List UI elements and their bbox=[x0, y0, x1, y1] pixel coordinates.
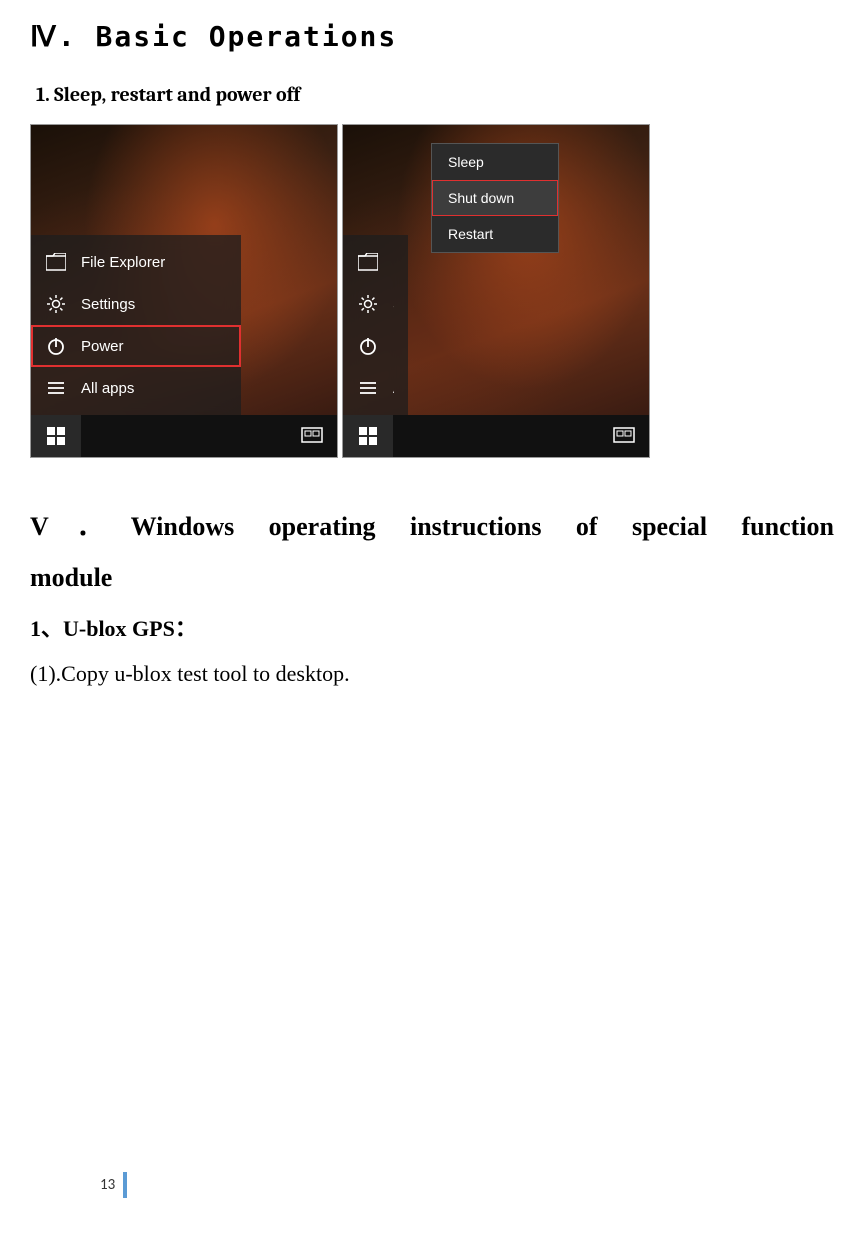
start-button[interactable] bbox=[31, 415, 81, 457]
start-item-label: Power bbox=[81, 338, 124, 355]
power-icon bbox=[357, 335, 379, 357]
file-explorer-icon bbox=[357, 251, 379, 273]
power-menu-shutdown[interactable]: Shut down bbox=[432, 180, 558, 216]
start-item-label: All apps bbox=[393, 380, 394, 397]
page-footer: 13 bbox=[100, 1172, 127, 1198]
power-menu-sleep[interactable]: Sleep bbox=[432, 144, 558, 180]
start-item-settings[interactable]: Se bbox=[343, 283, 408, 325]
task-view-icon[interactable] bbox=[599, 415, 649, 457]
page-number: 13 bbox=[100, 1176, 115, 1194]
start-item-all-apps[interactable]: All apps bbox=[31, 367, 241, 409]
section-5-body-1: (1).Copy u-blox test tool to desktop. bbox=[30, 661, 834, 687]
all-apps-icon bbox=[357, 377, 379, 399]
gear-icon bbox=[45, 293, 67, 315]
start-item-file-explorer[interactable]: File bbox=[343, 241, 408, 283]
start-item-settings[interactable]: Settings bbox=[31, 283, 241, 325]
taskbar bbox=[31, 415, 337, 457]
start-button[interactable] bbox=[343, 415, 393, 457]
power-context-menu: Sleep Shut down Restart bbox=[431, 143, 559, 253]
file-explorer-icon bbox=[45, 251, 67, 273]
section-4-heading: Ⅳ. Basic Operations bbox=[30, 20, 834, 53]
power-menu-restart[interactable]: Restart bbox=[432, 216, 558, 252]
section-5-heading-line1: V．Windows operating instructions of spec… bbox=[30, 498, 834, 555]
start-item-power[interactable]: Power bbox=[31, 325, 241, 367]
start-item-label: File Explorer bbox=[81, 254, 165, 271]
all-apps-icon bbox=[45, 377, 67, 399]
section-5-sub-1: 1、U-blox GPS： bbox=[30, 611, 834, 643]
start-menu-panel-truncated: File Se Power All apps bbox=[343, 235, 408, 415]
windows-logo-icon bbox=[47, 427, 65, 445]
start-item-label: Se bbox=[393, 296, 394, 313]
taskbar bbox=[343, 415, 649, 457]
task-view-icon[interactable] bbox=[287, 415, 337, 457]
section-4-sub-1: 1. Sleep, restart and power off bbox=[36, 83, 834, 106]
page-bar-decoration bbox=[123, 1172, 127, 1198]
start-item-label: All apps bbox=[81, 380, 134, 397]
start-menu-panel: File Explorer Settings Power All apps bbox=[31, 235, 241, 415]
start-item-label: Settings bbox=[81, 296, 135, 313]
screenshot-row: File Explorer Settings Power All apps bbox=[30, 124, 834, 458]
screenshot-power-highlight: File Explorer Settings Power All apps bbox=[30, 124, 338, 458]
windows-logo-icon bbox=[359, 427, 377, 445]
start-item-file-explorer[interactable]: File Explorer bbox=[31, 241, 241, 283]
start-item-power[interactable]: Power bbox=[343, 325, 408, 367]
start-item-all-apps[interactable]: All apps bbox=[343, 367, 408, 409]
screenshot-shutdown-menu: Sleep Shut down Restart File Se bbox=[342, 124, 650, 458]
power-icon bbox=[45, 335, 67, 357]
start-item-label: Power bbox=[393, 338, 394, 355]
section-5-heading-line2: module bbox=[30, 563, 834, 593]
gear-icon bbox=[357, 293, 379, 315]
start-item-label: File bbox=[393, 254, 394, 271]
